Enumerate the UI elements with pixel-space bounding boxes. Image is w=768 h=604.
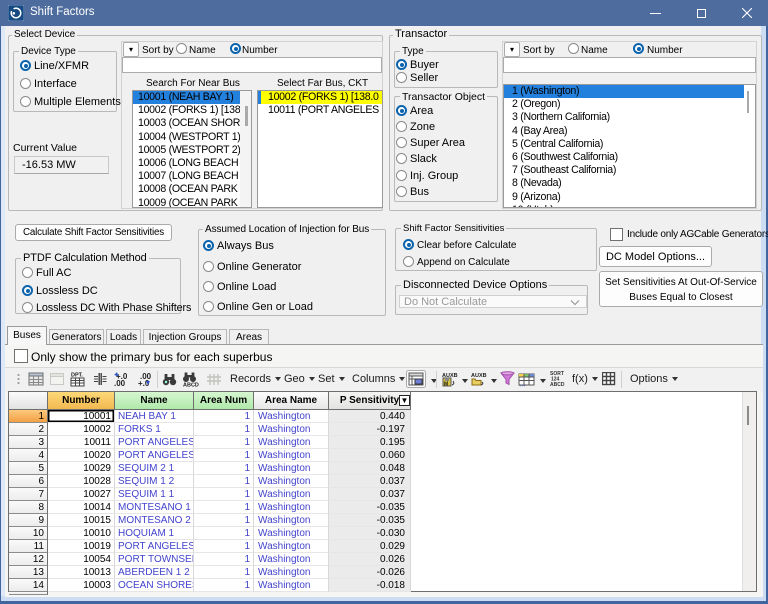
svg-text:ABCD: ABCD [550,382,565,387]
svg-text:+++: +++ [519,383,527,387]
svg-text:ABCD: ABCD [183,383,199,388]
svg-text:M: M [444,382,448,388]
svg-text:AUXB: AUXB [471,373,487,379]
svg-text:.00: .00 [114,379,126,387]
